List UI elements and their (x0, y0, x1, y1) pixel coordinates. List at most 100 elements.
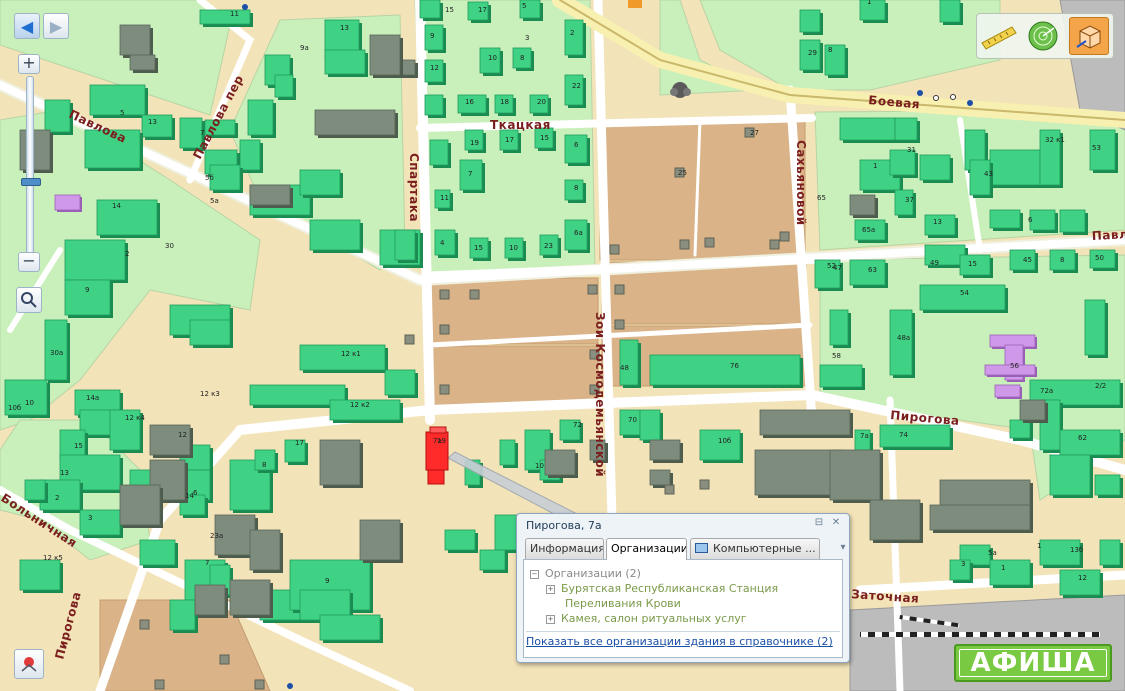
building[interactable] (199, 9, 253, 27)
afisha-button[interactable]: АФИША (954, 644, 1112, 682)
building[interactable] (499, 439, 518, 468)
building-number: 6 (1028, 216, 1033, 224)
building-number: 65а (862, 226, 875, 234)
tree-root-organizations[interactable]: − Организации (2) (530, 567, 641, 580)
building[interactable] (839, 117, 898, 143)
org-item-cameo-salon[interactable]: + Камея, салон ритуальных услуг (546, 612, 747, 625)
building[interactable] (324, 49, 368, 77)
street-label: Спартака (407, 153, 421, 222)
radar-tool-button[interactable] (1023, 17, 1063, 55)
building[interactable] (849, 259, 888, 288)
building[interactable] (989, 149, 1043, 188)
location-button[interactable] (14, 649, 44, 679)
tabs-dropdown-icon[interactable]: ▾ (837, 542, 849, 554)
building[interactable] (79, 509, 123, 538)
building[interactable] (424, 24, 446, 53)
building-popup[interactable]: Пирогова, 7а ⊟ ✕ Информация Организации … (516, 513, 850, 663)
shed (614, 284, 625, 295)
building[interactable] (139, 539, 178, 568)
building[interactable] (889, 309, 915, 378)
building[interactable] (649, 354, 803, 388)
zoom-in-button[interactable]: + (18, 54, 40, 74)
building[interactable] (479, 549, 508, 573)
building[interactable] (619, 409, 643, 438)
forward-button[interactable]: ▶ (43, 13, 69, 39)
building[interactable] (939, 0, 963, 25)
building[interactable] (799, 9, 823, 35)
building[interactable] (24, 479, 48, 503)
shed (769, 239, 780, 250)
building[interactable] (994, 384, 1022, 399)
zoom-track[interactable] (21, 76, 41, 254)
building[interactable] (1029, 209, 1058, 233)
building[interactable] (879, 424, 953, 450)
building[interactable] (564, 19, 586, 58)
tab-information[interactable]: Информация (525, 538, 604, 559)
expand-icon[interactable]: + (546, 585, 555, 594)
building[interactable] (247, 99, 276, 138)
building[interactable] (444, 529, 478, 553)
measure-tool-button[interactable] (979, 17, 1019, 55)
show-all-organizations-link[interactable]: Показать все организации здания в справо… (526, 635, 833, 648)
building[interactable] (309, 219, 363, 253)
building[interactable] (1084, 299, 1108, 358)
building[interactable] (1059, 209, 1088, 235)
building[interactable] (169, 599, 198, 633)
building[interactable] (419, 0, 443, 21)
building[interactable] (319, 614, 383, 643)
building[interactable] (1094, 474, 1123, 498)
zoom-area-button[interactable] (16, 287, 42, 313)
building[interactable] (141, 114, 175, 140)
building[interactable] (889, 149, 918, 178)
zoom-out-button[interactable]: − (18, 252, 40, 272)
org-item-blood-station[interactable]: + Бурятская Республиканская Станция (546, 582, 778, 595)
back-button[interactable]: ◀ (14, 13, 40, 39)
expand-icon[interactable]: + (546, 615, 555, 624)
building[interactable] (859, 0, 888, 23)
building[interactable] (434, 229, 458, 258)
building[interactable] (19, 559, 63, 593)
building[interactable] (1099, 539, 1123, 568)
building[interactable] (1059, 429, 1123, 458)
street-label: Сахьяновой (794, 140, 808, 226)
tab-organizations[interactable]: Организации (606, 538, 687, 560)
building[interactable] (254, 449, 278, 473)
zoom-slider-thumb[interactable] (21, 178, 41, 186)
building[interactable] (969, 159, 993, 198)
building[interactable] (424, 94, 446, 118)
building[interactable] (209, 164, 243, 193)
building[interactable] (564, 134, 590, 166)
building[interactable] (89, 84, 148, 118)
building[interactable] (274, 74, 296, 100)
building[interactable] (239, 139, 263, 173)
building[interactable] (989, 209, 1023, 231)
3d-view-button[interactable] (1069, 17, 1109, 55)
building[interactable] (96, 199, 160, 238)
building-number: 11 (440, 194, 449, 202)
popup-close-icon[interactable]: ✕ (830, 517, 842, 529)
building[interactable] (1049, 454, 1093, 498)
building[interactable] (564, 74, 586, 108)
building[interactable] (1039, 539, 1083, 568)
building[interactable] (459, 159, 485, 193)
building[interactable] (829, 309, 851, 348)
building[interactable] (384, 369, 418, 398)
building[interactable] (989, 559, 1033, 588)
building[interactable] (429, 139, 451, 168)
building[interactable] (189, 319, 233, 348)
building[interactable] (1009, 419, 1033, 441)
building[interactable] (639, 409, 663, 443)
building[interactable] (479, 47, 503, 76)
building[interactable] (819, 364, 865, 390)
tab-computer-services[interactable]: Компьютерные ... (690, 538, 820, 559)
building[interactable] (894, 117, 920, 143)
building[interactable] (919, 154, 953, 183)
building[interactable] (54, 194, 82, 212)
building[interactable] (394, 229, 418, 263)
popup-minimize-icon[interactable]: ⊟ (813, 517, 825, 529)
collapse-icon[interactable]: − (530, 570, 539, 579)
building[interactable] (64, 239, 128, 283)
building[interactable] (299, 169, 343, 198)
building[interactable] (894, 189, 916, 218)
building[interactable] (699, 429, 743, 463)
